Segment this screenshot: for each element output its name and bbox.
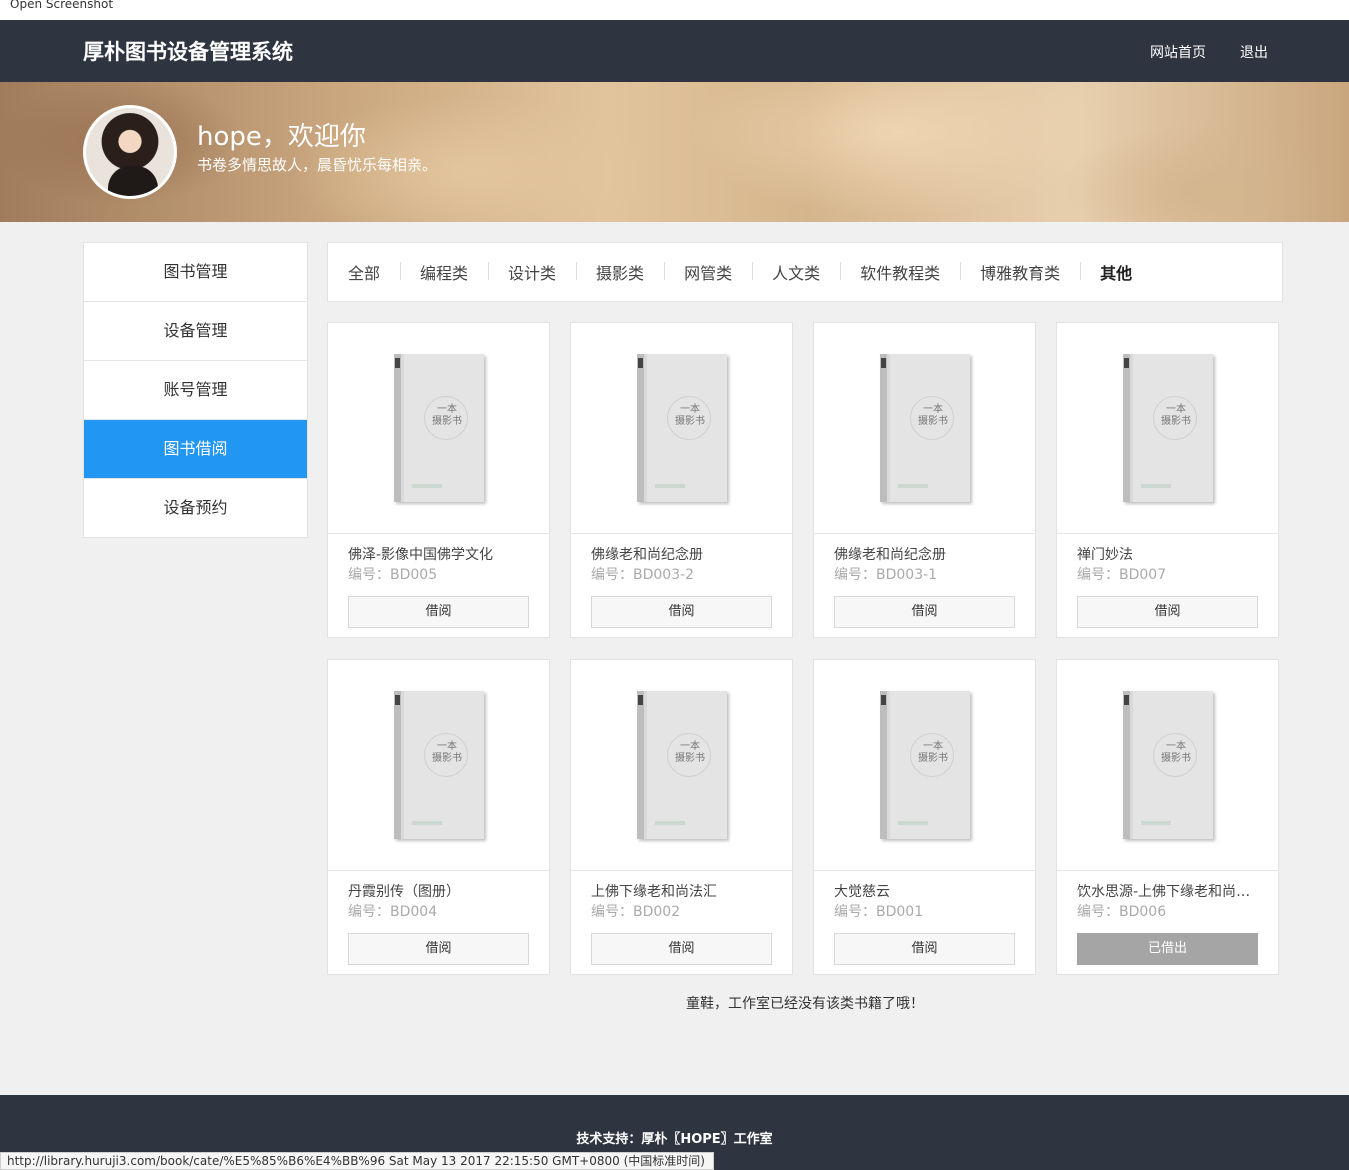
book-code: 编号：BD003-2	[591, 567, 695, 583]
tab-liberal-education[interactable]: 博雅教育类	[960, 260, 1080, 284]
book-cover-image: 一本 摄影书	[1123, 691, 1213, 839]
sidebar-item-account-management[interactable]: 账号管理	[84, 361, 307, 420]
book-title: 佛缘老和尚纪念册	[591, 547, 703, 563]
book-cover-image: 一本 摄影书	[394, 691, 484, 839]
tab-design[interactable]: 设计类	[488, 260, 576, 284]
book-code: 编号：BD007	[1077, 567, 1167, 583]
book-title: 佛泽-影像中国佛学文化	[348, 547, 494, 563]
book-cover-image: 一本 摄影书	[880, 354, 970, 502]
tab-network[interactable]: 网管类	[664, 260, 752, 284]
book-card: 一本 摄影书 饮水思源-上佛下缘老和尚行... 编号：BD006 已借出	[1056, 659, 1279, 975]
browser-status-bar: http://library.huruji3.com/book/cate/%E5…	[0, 1152, 714, 1170]
borrow-button[interactable]: 借阅	[591, 596, 772, 628]
book-code: 编号：BD001	[834, 904, 924, 920]
user-banner: hope，欢迎你 书卷多情思故人，晨昏忧乐每相亲。	[0, 82, 1349, 222]
book-cover-image: 一本 摄影书	[1123, 354, 1213, 502]
welcome-text: hope，欢迎你	[197, 122, 366, 152]
book-card: 一本 摄影书 佛泽-影像中国佛学文化 编号：BD005 借阅	[327, 322, 550, 638]
tab-humanities[interactable]: 人文类	[752, 260, 840, 284]
sidebar-item-book-borrowing[interactable]: 图书借阅	[84, 420, 307, 479]
book-code: 编号：BD006	[1077, 904, 1167, 920]
tab-photography[interactable]: 摄影类	[576, 260, 664, 284]
browser-top-note: Open Screenshot	[0, 0, 1349, 20]
sidebar-item-device-management[interactable]: 设备管理	[84, 302, 307, 361]
no-more-books-note: 童鞋，工作室已经没有该类书籍了哦！	[686, 996, 924, 1012]
book-cover-image: 一本 摄影书	[637, 691, 727, 839]
book-title: 大觉慈云	[834, 884, 890, 900]
motto-text: 书卷多情思故人，晨昏忧乐每相亲。	[197, 156, 438, 174]
book-code: 编号：BD003-1	[834, 567, 938, 583]
category-tabs: 全部 编程类 设计类 摄影类 网管类 人文类 软件教程类 博雅教育类 其他	[327, 242, 1283, 302]
book-card: 一本 摄影书 上佛下缘老和尚法汇 编号：BD002 借阅	[570, 659, 793, 975]
book-card: 一本 摄影书 佛缘老和尚纪念册 编号：BD003-1 借阅	[813, 322, 1036, 638]
book-code: 编号：BD002	[591, 904, 681, 920]
tab-programming[interactable]: 编程类	[400, 260, 488, 284]
nav-logout-link[interactable]: 退出	[1240, 42, 1268, 62]
borrow-button[interactable]: 借阅	[834, 596, 1015, 628]
tab-all[interactable]: 全部	[348, 260, 400, 284]
book-code: 编号：BD005	[348, 567, 438, 583]
sidebar: 图书管理 设备管理 账号管理 图书借阅 设备预约	[83, 242, 308, 538]
book-title: 佛缘老和尚纪念册	[834, 547, 946, 563]
sidebar-item-device-reservation[interactable]: 设备预约	[84, 479, 307, 538]
book-card: 一本 摄影书 大觉慈云 编号：BD001 借阅	[813, 659, 1036, 975]
borrowed-status-button: 已借出	[1077, 933, 1258, 965]
book-cover-image: 一本 摄影书	[637, 354, 727, 502]
book-title: 饮水思源-上佛下缘老和尚行...	[1077, 884, 1258, 900]
book-code: 编号：BD004	[348, 904, 438, 920]
tab-other[interactable]: 其他	[1080, 260, 1152, 284]
borrow-button[interactable]: 借阅	[348, 933, 529, 965]
borrow-button[interactable]: 借阅	[348, 596, 529, 628]
book-grid: 一本 摄影书 佛泽-影像中国佛学文化 编号：BD005 借阅 一本 摄影书 佛缘老和…	[327, 322, 1283, 975]
book-cover-image: 一本 摄影书	[394, 354, 484, 502]
book-card: 一本 摄影书 禅门妙法 编号：BD007 借阅	[1056, 322, 1279, 638]
site-brand[interactable]: 厚朴图书设备管理系统	[83, 36, 293, 66]
book-card: 一本 摄影书 丹霞别传（图册） 编号：BD004 借阅	[327, 659, 550, 975]
sidebar-item-book-management[interactable]: 图书管理	[84, 243, 307, 302]
tab-software-tutorial[interactable]: 软件教程类	[840, 260, 960, 284]
book-title: 丹霞别传（图册）	[348, 884, 460, 900]
borrow-button[interactable]: 借阅	[591, 933, 772, 965]
avatar	[83, 105, 177, 199]
borrow-button[interactable]: 借阅	[834, 933, 1015, 965]
book-card: 一本 摄影书 佛缘老和尚纪念册 编号：BD003-2 借阅	[570, 322, 793, 638]
book-cover-image: 一本 摄影书	[880, 691, 970, 839]
book-title: 上佛下缘老和尚法汇	[591, 884, 717, 900]
book-title: 禅门妙法	[1077, 547, 1133, 563]
footer-credit: 技术支持：厚朴〖HOPE〗工作室	[576, 1132, 773, 1147]
top-header: 厚朴图书设备管理系统 网站首页 退出	[0, 20, 1349, 82]
nav-home-link[interactable]: 网站首页	[1150, 42, 1206, 62]
borrow-button[interactable]: 借阅	[1077, 596, 1258, 628]
